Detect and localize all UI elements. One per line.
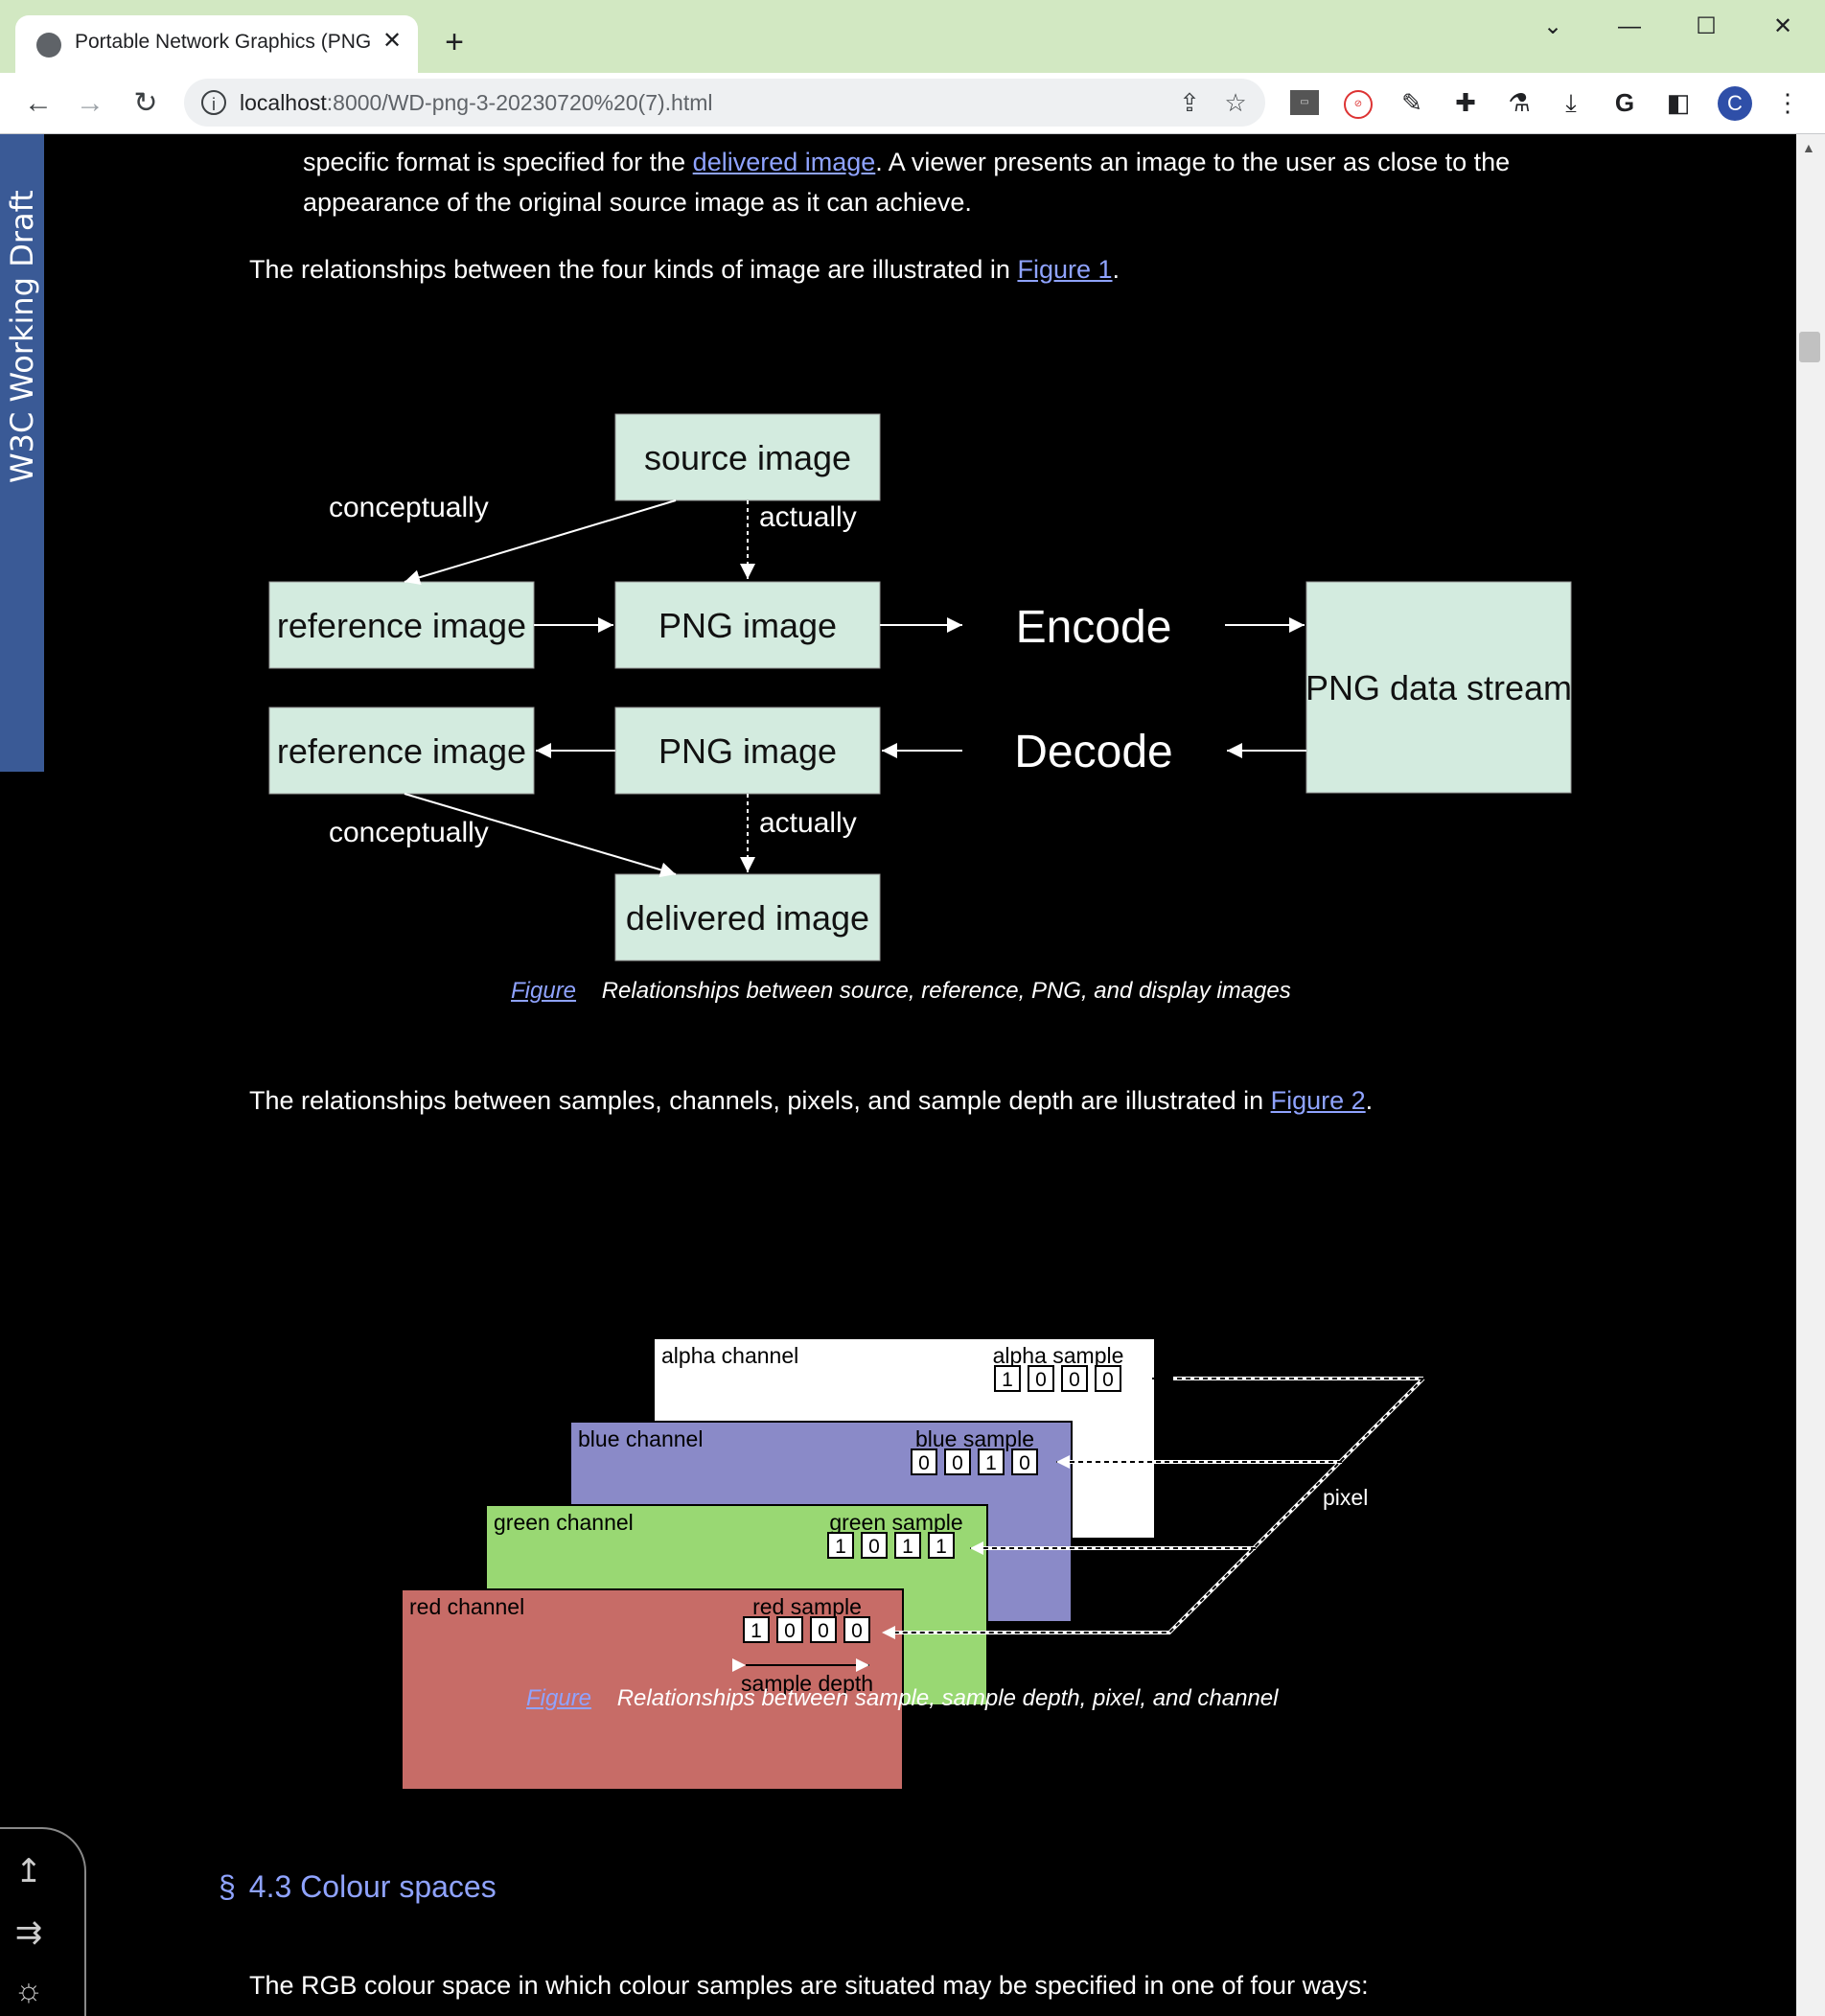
red-sample-label: red sample (752, 1594, 862, 1619)
scrollbar[interactable] (1796, 134, 1825, 2016)
minimize-button[interactable]: — (1601, 8, 1658, 46)
bookmark-star-icon[interactable]: ☆ (1219, 86, 1252, 119)
green-channel-label: green channel (494, 1510, 634, 1535)
source-image-label: source image (644, 438, 851, 477)
browser-tab[interactable]: Portable Network Graphics (PNG ✕ (15, 15, 418, 73)
reference-image-label: reference image (277, 606, 526, 645)
address-bar[interactable]: i localhost:8000/WD-png-3-20230720%20(7)… (184, 79, 1265, 127)
back-icon[interactable]: ← (17, 82, 59, 125)
site-info-icon[interactable]: i (201, 90, 226, 115)
blue-bit-value: 0 (1019, 1452, 1030, 1474)
paragraph-colour-space: The RGB colour space in which colour sam… (249, 1971, 1369, 2000)
toolbar: ← → ↻ i localhost:8000/WD-png-3-20230720… (0, 73, 1825, 134)
figure1-caption: Figure Relationships between source, ref… (511, 978, 1291, 1004)
red-bit-value: 0 (784, 1620, 796, 1642)
scroll-up-arrow-icon[interactable]: ▲ (1802, 140, 1815, 155)
url-text[interactable]: localhost:8000/WD-png-3-20230720%20(7).h… (240, 90, 713, 116)
png-image-label: PNG image (658, 731, 837, 771)
w3c-status-tab[interactable]: W3C Working Draft (0, 134, 44, 772)
profile-avatar[interactable]: C (1718, 86, 1752, 121)
share-icon[interactable]: ⇪ (1173, 86, 1206, 119)
menu-icon[interactable]: ⋮ (1771, 86, 1804, 119)
alpha-channel-label: alpha channel (661, 1343, 798, 1368)
red-bit-value: 0 (851, 1620, 863, 1642)
green-sample-label: green sample (829, 1510, 962, 1535)
paragraph-line: specific format is specified for the del… (303, 148, 1511, 176)
alpha-bit-value: 0 (1102, 1369, 1114, 1391)
new-tab-button[interactable]: + (437, 25, 472, 59)
actually-label: actually (759, 807, 857, 839)
paragraph-line: appearance of the original source image … (303, 188, 972, 217)
puzzle-icon[interactable]: ✚ (1449, 86, 1482, 119)
blue-bit-value: 0 (918, 1452, 930, 1474)
alpha-bit-value: 0 (1069, 1369, 1080, 1391)
flask-icon[interactable]: ⚗ (1503, 86, 1536, 119)
scrollbar-thumb[interactable] (1799, 332, 1820, 362)
pixel-label: pixel (1323, 1485, 1368, 1510)
video-ext-icon[interactable]: ▭ (1290, 90, 1319, 115)
blue-channel-label: blue channel (578, 1426, 703, 1451)
corner-widget: ↥ ⇉ ☼ (0, 1827, 86, 2016)
paragraph-figure2-ref: The relationships between samples, chann… (249, 1086, 1374, 1115)
sidepanel-icon[interactable]: ◧ (1662, 86, 1695, 119)
red-bit-value: 1 (751, 1620, 762, 1642)
eyedropper-icon[interactable]: ✎ (1396, 86, 1428, 119)
figure1-diagram: source image reference image PNG image P… (268, 413, 1572, 962)
tab-search-icon[interactable]: ⌄ (1524, 8, 1582, 46)
png-data-stream-label: PNG data stream (1305, 668, 1572, 707)
maximize-button[interactable]: ☐ (1677, 8, 1735, 46)
conceptually-label: conceptually (329, 492, 489, 523)
paragraph-figure1-ref: The relationships between the four kinds… (249, 255, 1120, 284)
red-bit-value: 0 (818, 1620, 829, 1642)
conceptually-label: conceptually (329, 817, 489, 848)
w3c-status-label: W3C Working Draft (4, 190, 40, 483)
reference-image-label: reference image (277, 731, 526, 771)
theme-toggle-icon[interactable]: ☼ (10, 1971, 48, 2009)
google-icon[interactable]: G (1608, 86, 1641, 119)
alpha-bit-value: 1 (1002, 1369, 1013, 1391)
scroll-top-icon[interactable]: ↥ (10, 1852, 48, 1890)
decode-label: Decode (1014, 727, 1172, 777)
figure2-caption: Figure Relationships between sample, sam… (526, 1685, 1279, 1711)
no-ads-icon[interactable]: ⊘ (1344, 90, 1373, 119)
download-icon[interactable]: ⤓ (1555, 86, 1587, 119)
page-content: W3C Working Draft specific format is spe… (0, 134, 1796, 2016)
actually-label: actually (759, 501, 857, 533)
blue-bit-value: 0 (952, 1452, 963, 1474)
green-bit-value: 0 (868, 1536, 880, 1558)
green-bit-value: 1 (936, 1536, 947, 1558)
delivered-image-label: delivered image (626, 898, 869, 938)
tab-title: Portable Network Graphics (PNG (75, 31, 372, 53)
tab-close-icon[interactable]: ✕ (378, 27, 406, 56)
reload-icon[interactable]: ↻ (125, 82, 167, 125)
close-window-button[interactable]: ✕ (1754, 8, 1812, 46)
figure1-link[interactable]: Figure 1 (1017, 255, 1112, 284)
alpha-bit-value: 0 (1035, 1369, 1047, 1391)
toc-toggle-icon[interactable]: ⇉ (10, 1913, 48, 1952)
figure1-caption-link[interactable]: Figure (511, 978, 576, 1004)
green-bit-value: 1 (835, 1536, 846, 1558)
delivered-image-link[interactable]: delivered image (693, 148, 876, 176)
encode-label: Encode (1016, 602, 1172, 653)
red-channel-label: red channel (409, 1594, 524, 1619)
globe-icon (36, 33, 61, 58)
section-heading: § 4.3 Colour spaces (219, 1869, 497, 1904)
green-bit-value: 1 (902, 1536, 913, 1558)
blue-sample-label: blue sample (915, 1426, 1034, 1451)
figure2-link[interactable]: Figure 2 (1271, 1086, 1366, 1115)
alpha-sample-label: alpha sample (993, 1343, 1124, 1368)
figure2-caption-link[interactable]: Figure (526, 1685, 591, 1711)
section-link-icon[interactable]: § (219, 1869, 236, 1904)
png-image-label: PNG image (658, 606, 837, 645)
forward-icon[interactable]: → (69, 82, 111, 125)
blue-bit-value: 1 (985, 1452, 997, 1474)
browser-chrome: Portable Network Graphics (PNG ✕ + ⌄ — ☐… (0, 0, 1825, 134)
